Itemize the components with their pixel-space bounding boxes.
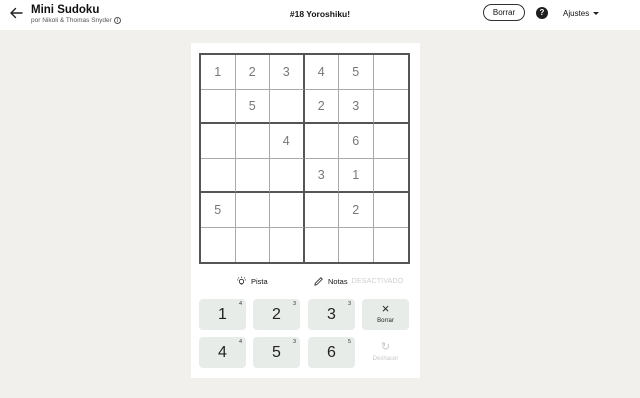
grid-cell[interactable]: 2 — [304, 89, 339, 124]
undo-label: Deshacer — [372, 356, 399, 362]
grid-cell[interactable] — [235, 158, 270, 193]
grid-cell[interactable] — [201, 158, 236, 193]
grid-cell[interactable] — [373, 193, 408, 228]
grid-cell[interactable] — [201, 227, 236, 262]
erase-button[interactable]: × Borrar — [362, 299, 409, 330]
grid-cell[interactable] — [373, 89, 408, 124]
grid-cell[interactable]: 1 — [201, 55, 236, 90]
remaining-count: 4 — [238, 301, 242, 307]
grid-cell[interactable]: 3 — [270, 55, 305, 90]
grid-cell[interactable] — [270, 89, 305, 124]
grid-cell[interactable] — [304, 193, 339, 228]
remaining-count: 5 — [347, 339, 351, 345]
remaining-count: 3 — [292, 301, 296, 307]
number-key-label: 6 — [327, 344, 336, 361]
chevron-down-icon — [593, 12, 600, 15]
top-bar: Mini Sudoku por Nikoli & Thomas Snyder i… — [0, 0, 640, 30]
grid-cell[interactable]: 5 — [339, 55, 374, 90]
grid-cell[interactable] — [235, 193, 270, 228]
grid-cell[interactable] — [304, 227, 339, 262]
game-panel: 12345523463152 Pista Notas DESACTIVADO 1… — [191, 43, 420, 378]
number-key-5[interactable]: 53 — [253, 337, 300, 368]
number-key-label: 3 — [327, 306, 336, 323]
hint-button[interactable]: Pista — [236, 276, 268, 287]
undo-icon: ↻ — [380, 341, 391, 353]
grid-cell[interactable] — [270, 193, 305, 228]
number-key-label: 2 — [272, 306, 281, 323]
number-key-3[interactable]: 33 — [308, 299, 355, 330]
number-key-6[interactable]: 65 — [308, 337, 355, 368]
grid-cell[interactable]: 6 — [339, 124, 374, 159]
erase-label: Borrar — [377, 318, 394, 324]
remaining-count: 3 — [347, 301, 351, 307]
grid-cell[interactable]: 4 — [270, 124, 305, 159]
settings-menu[interactable]: Ajustes — [563, 9, 600, 18]
grid-cell[interactable] — [270, 158, 305, 193]
clear-button[interactable]: Borrar — [483, 4, 525, 21]
settings-label: Ajustes — [563, 9, 590, 18]
grid-cell[interactable]: 5 — [235, 89, 270, 124]
remaining-count: 3 — [292, 339, 296, 345]
tool-bar: Pista Notas DESACTIVADO — [191, 276, 420, 288]
number-key-2[interactable]: 23 — [253, 299, 300, 330]
grid-cell[interactable] — [201, 89, 236, 124]
number-key-1[interactable]: 14 — [199, 299, 246, 330]
number-key-4[interactable]: 44 — [199, 337, 246, 368]
grid-cell[interactable] — [373, 124, 408, 159]
pencil-icon — [314, 277, 323, 286]
remaining-count: 4 — [238, 339, 242, 345]
lightbulb-icon — [236, 276, 247, 285]
grid-cell[interactable] — [304, 124, 339, 159]
hint-label: Pista — [251, 277, 268, 286]
undo-button[interactable]: ↻ Deshacer — [362, 337, 409, 368]
grid-cell[interactable] — [373, 55, 408, 90]
grid-cell[interactable] — [339, 227, 374, 262]
number-key-label: 1 — [218, 306, 227, 323]
grid-cell[interactable] — [270, 227, 305, 262]
grid-cell[interactable] — [373, 227, 408, 262]
grid-cell[interactable] — [201, 124, 236, 159]
notes-toggle[interactable]: Notas DESACTIVADO — [313, 276, 403, 287]
number-key-label: 5 — [272, 344, 281, 361]
grid-cell[interactable]: 5 — [201, 193, 236, 228]
grid-cell[interactable]: 4 — [304, 55, 339, 90]
notes-state: DESACTIVADO — [351, 278, 404, 285]
grid-cell[interactable] — [235, 124, 270, 159]
grid-cell[interactable] — [235, 227, 270, 262]
notes-label: Notas — [328, 277, 348, 286]
help-icon[interactable]: ? — [536, 7, 548, 19]
sudoku-grid: 12345523463152 — [199, 53, 410, 264]
grid-cell[interactable]: 3 — [339, 89, 374, 124]
grid-cell[interactable]: 3 — [304, 158, 339, 193]
grid-cell[interactable] — [373, 158, 408, 193]
close-icon: × — [381, 301, 390, 316]
grid-cell[interactable]: 2 — [339, 193, 374, 228]
grid-cell[interactable]: 2 — [235, 55, 270, 90]
number-key-label: 4 — [218, 344, 227, 361]
grid-cell[interactable]: 1 — [339, 158, 374, 193]
